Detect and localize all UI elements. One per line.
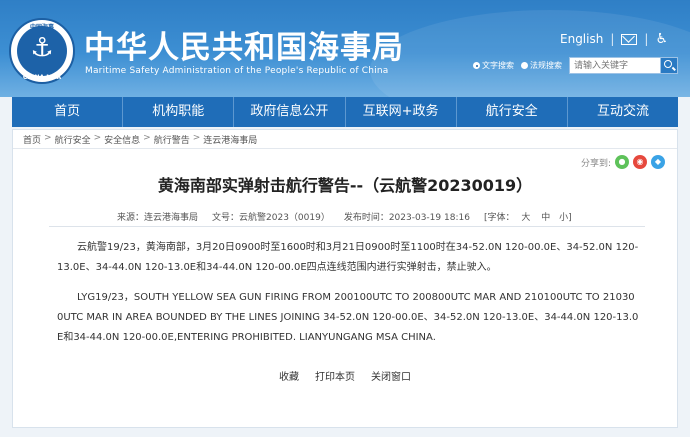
close-window-link[interactable]: 关闭窗口 xyxy=(371,368,411,383)
emblem-inner: ⚓ xyxy=(17,26,67,76)
search-option-text[interactable]: 文字搜索 xyxy=(473,60,514,71)
nav-item-functions[interactable]: 机构职能 xyxy=(123,97,235,127)
wechat-icon[interactable]: ● xyxy=(615,155,629,169)
main-nav: 首页 机构职能 政府信息公开 互联网+政务 航行安全 互动交流 xyxy=(12,97,678,127)
site-header: 中国海事 ⚓ CHINA MSA 中华人民共和国海事局 Maritime Saf… xyxy=(0,0,690,97)
header-decoration xyxy=(370,10,690,97)
breadcrumb-home[interactable]: 首页 xyxy=(23,133,41,146)
search-icon xyxy=(664,60,672,68)
radio-selected-icon xyxy=(473,62,480,69)
breadcrumb-nav-warnings[interactable]: 航行警告 xyxy=(154,133,190,146)
english-link[interactable]: English xyxy=(560,32,603,46)
nav-item-gov-info[interactable]: 政府信息公开 xyxy=(234,97,346,127)
article-meta: 来源：连云港海事局 文号：云航警2023（0019） 发布时间：2023-03-… xyxy=(117,210,586,223)
search-option-regulation-label: 法规搜索 xyxy=(530,61,562,70)
breadcrumb-divider xyxy=(13,148,677,149)
search-option-text-label: 文字搜索 xyxy=(482,61,514,70)
article-panel: 首页 > 航行安全 > 安全信息 > 航行警告 > 连云港海事局 分享到: ● … xyxy=(12,129,678,428)
qq-icon[interactable]: ◆ xyxy=(651,155,665,169)
breadcrumb-lianyungang[interactable]: 连云港海事局 xyxy=(203,133,257,146)
article-source: 来源：连云港海事局 xyxy=(117,213,199,223)
nav-item-internet-services[interactable]: 互联网+政务 xyxy=(346,97,457,127)
search-button[interactable] xyxy=(661,57,678,74)
article-doc-number: 文号：云航警2023（0019） xyxy=(212,213,330,223)
font-size-label: [字体： xyxy=(483,213,515,223)
breadcrumb-arrow-icon: > xyxy=(93,133,102,143)
meta-divider xyxy=(49,226,645,227)
share-bar: 分享到: ● ◉ ◆ xyxy=(581,155,665,169)
radio-unselected-icon xyxy=(521,62,528,69)
article-title: 黄海南部实弹射击航行警告--（云航警20230019） xyxy=(157,176,533,195)
breadcrumb-safety-info[interactable]: 安全信息 xyxy=(104,133,140,146)
print-link[interactable]: 打印本页 xyxy=(315,368,355,383)
share-label: 分享到: xyxy=(580,158,611,169)
nav-item-home[interactable]: 首页 xyxy=(12,97,124,127)
accessibility-icon[interactable]: ♿ xyxy=(655,32,668,46)
search-input[interactable] xyxy=(569,57,661,74)
site-subtitle: Maritime Safety Administration of the Pe… xyxy=(85,66,389,76)
separator: | xyxy=(644,32,649,46)
breadcrumb-arrow-icon: > xyxy=(192,133,201,143)
nav-item-navigation-safety[interactable]: 航行安全 xyxy=(457,97,568,127)
article-paragraph-chinese: 云航警19/23，黄海南部，3月20日0900时至1600时和3月21日0900… xyxy=(57,242,639,273)
breadcrumb: 首页 > 航行安全 > 安全信息 > 航行警告 > 连云港海事局 xyxy=(23,133,257,146)
anchor-icon: ⚓ xyxy=(30,33,54,63)
font-size-large[interactable]: 大 xyxy=(521,213,530,223)
article-paragraph-english: LYG19/23，SOUTH YELLOW SEA GUN FIRING FRO… xyxy=(57,292,639,343)
font-size-controls: [字体： 大 中 小] xyxy=(484,210,572,223)
nav-item-interaction[interactable]: 互动交流 xyxy=(568,97,678,127)
weibo-icon[interactable]: ◉ xyxy=(633,155,647,169)
font-size-medium[interactable]: 中 xyxy=(541,213,550,223)
favorite-link[interactable]: 收藏 xyxy=(279,368,299,383)
search-icon-handle xyxy=(672,66,676,71)
search-bar: 文字搜索 法规搜索 xyxy=(473,57,678,74)
article-actions: 收藏 打印本页 关闭窗口 xyxy=(13,368,677,383)
site-title: 中华人民共和国海事局 xyxy=(84,30,404,66)
top-links: English | | ♿ xyxy=(560,32,668,46)
mail-icon[interactable] xyxy=(621,33,638,45)
separator: | xyxy=(610,32,615,46)
msa-emblem-logo[interactable]: 中国海事 ⚓ CHINA MSA xyxy=(9,18,75,84)
font-size-small[interactable]: 小] xyxy=(559,213,572,223)
emblem-bottom-text: CHINA MSA xyxy=(22,74,62,81)
breadcrumb-arrow-icon: > xyxy=(143,133,151,143)
breadcrumb-arrow-icon: > xyxy=(44,133,52,143)
breadcrumb-navigation-safety[interactable]: 航行安全 xyxy=(55,133,91,146)
article-publish-time: 发布时间：2023-03-19 18:16 xyxy=(343,213,470,223)
search-option-regulation[interactable]: 法规搜索 xyxy=(521,60,562,71)
